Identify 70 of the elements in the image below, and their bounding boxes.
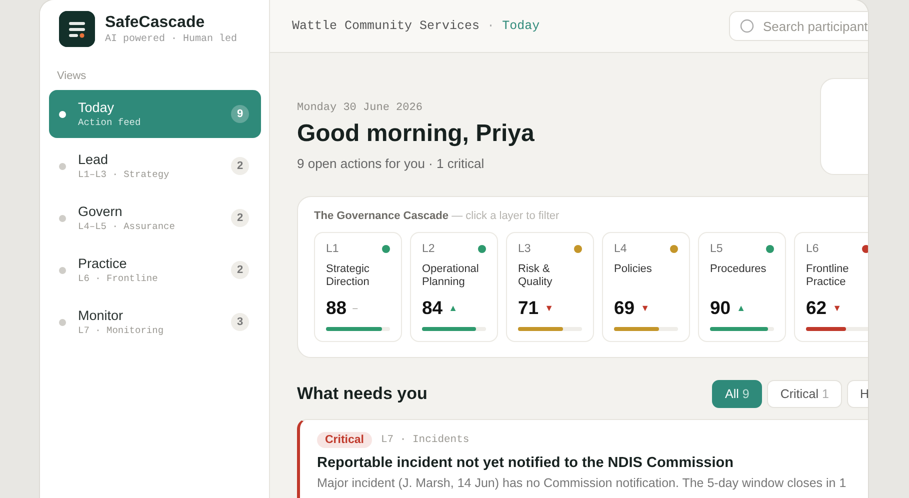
layer-score: 69 (614, 297, 635, 319)
trend-icon: ▼ (544, 303, 554, 313)
layer-score: 88 (326, 297, 347, 319)
filter-chip[interactable]: H (846, 380, 868, 408)
card-title: Reportable incident not yet notified to the NDIS Commission (317, 455, 734, 471)
trend-icon: ▼ (640, 303, 650, 313)
section-title: What needs you (297, 384, 428, 404)
layer-card[interactable]: L3 Risk & Quality 71 ▼ (506, 232, 594, 342)
layer-card[interactable]: L5 Procedures 90 ▲ (698, 232, 786, 342)
status-dot (59, 266, 66, 274)
layer-card[interactable]: L2 Operational Planning 84 ▲ (410, 232, 498, 342)
count-badge: 9 (231, 105, 249, 123)
status-dot (59, 162, 66, 170)
count-badge: 2 (231, 157, 249, 175)
status-dot (59, 214, 66, 222)
breadcrumb: Wattle Community Services · Today (292, 19, 541, 33)
search-field[interactable]: Search participant (729, 11, 868, 41)
sidebar-item[interactable]: Monitor L7 · Monitoring 3 (49, 298, 261, 346)
layer-score: 71 (518, 297, 539, 319)
layer-name: Procedures (710, 263, 768, 277)
layer-card[interactable]: L1 Strategic Direction 88 – (314, 232, 402, 342)
sidebar-item[interactable]: Lead L1–L3 · Strategy 2 (49, 142, 261, 190)
status-dot (59, 318, 66, 326)
layer-card[interactable]: L6 Frontline Practice 62 ▼ (794, 232, 868, 342)
search-icon (740, 19, 754, 33)
layer-name: Policies (614, 263, 653, 277)
sidebar-item[interactable]: Practice L6 · Frontline 2 (49, 246, 261, 294)
layer-code: L4 (614, 243, 627, 255)
count-badge: 3 (231, 313, 249, 331)
status-dot (59, 110, 66, 118)
score-bar (326, 327, 390, 331)
brand-tagline: AI powered · Human led (105, 34, 238, 44)
layer-code: L1 (326, 243, 339, 255)
score-bar (518, 327, 582, 331)
card-description: Major incident (J. Marsh, 14 Jun) has no Commission notification. The 5-day window closes in 1 (317, 476, 848, 490)
logo-icon (59, 11, 95, 47)
trend-icon: ▲ (448, 303, 458, 313)
action-card[interactable]: Critical L7 · Incidents Reportable incident not yet notified to the NDIS Commission Major incident (J. Marsh, 14 Jun) has no Commission notification. The 5-day window closes in 1 (297, 419, 868, 498)
score-bar (614, 327, 678, 331)
layer-score: 90 (710, 297, 731, 319)
section-heading: Views (56, 69, 88, 84)
severity-tag: Critical (317, 432, 372, 448)
summary-text: 9 open actions for you · 1 critical (297, 156, 486, 171)
trend-icon: – (352, 303, 358, 313)
layer-name: Operational Planning (422, 263, 480, 290)
card-meta: L7 · Incidents (381, 434, 470, 446)
filter-chip[interactable]: All 9 (712, 380, 762, 408)
layer-name: Strategic Direction (326, 263, 370, 290)
layer-score: 62 (806, 297, 827, 319)
layer-name: Frontline Practice (806, 263, 850, 290)
filter-chip[interactable]: Critical 1 (767, 380, 842, 408)
score-bar (422, 327, 486, 331)
count-badge: 2 (231, 261, 249, 279)
score-bar (710, 327, 774, 331)
layer-code: L5 (710, 243, 723, 255)
layer-code: L6 (806, 243, 819, 255)
layer-code: L3 (518, 243, 531, 255)
layer-code: L2 (422, 243, 435, 255)
sidebar-item[interactable]: Today Action feed 9 (49, 90, 261, 138)
trend-icon: ▲ (736, 303, 746, 313)
count-badge: 2 (231, 209, 249, 227)
layer-name: Risk & Quality (518, 263, 554, 290)
date-label: Monday 30 June 2026 (297, 102, 424, 114)
sidebar-item[interactable]: Govern L4–L5 · Assurance 2 (49, 194, 261, 242)
brand-name: SafeCascade (105, 14, 206, 32)
layer-card[interactable]: L4 Policies 69 ▼ (602, 232, 690, 342)
trend-icon: ▼ (832, 303, 842, 313)
greeting-title: Good morning, Priya (297, 120, 536, 148)
layer-score: 84 (422, 297, 443, 319)
panel-title: The Governance Cascade — click a layer to filter (314, 210, 560, 222)
